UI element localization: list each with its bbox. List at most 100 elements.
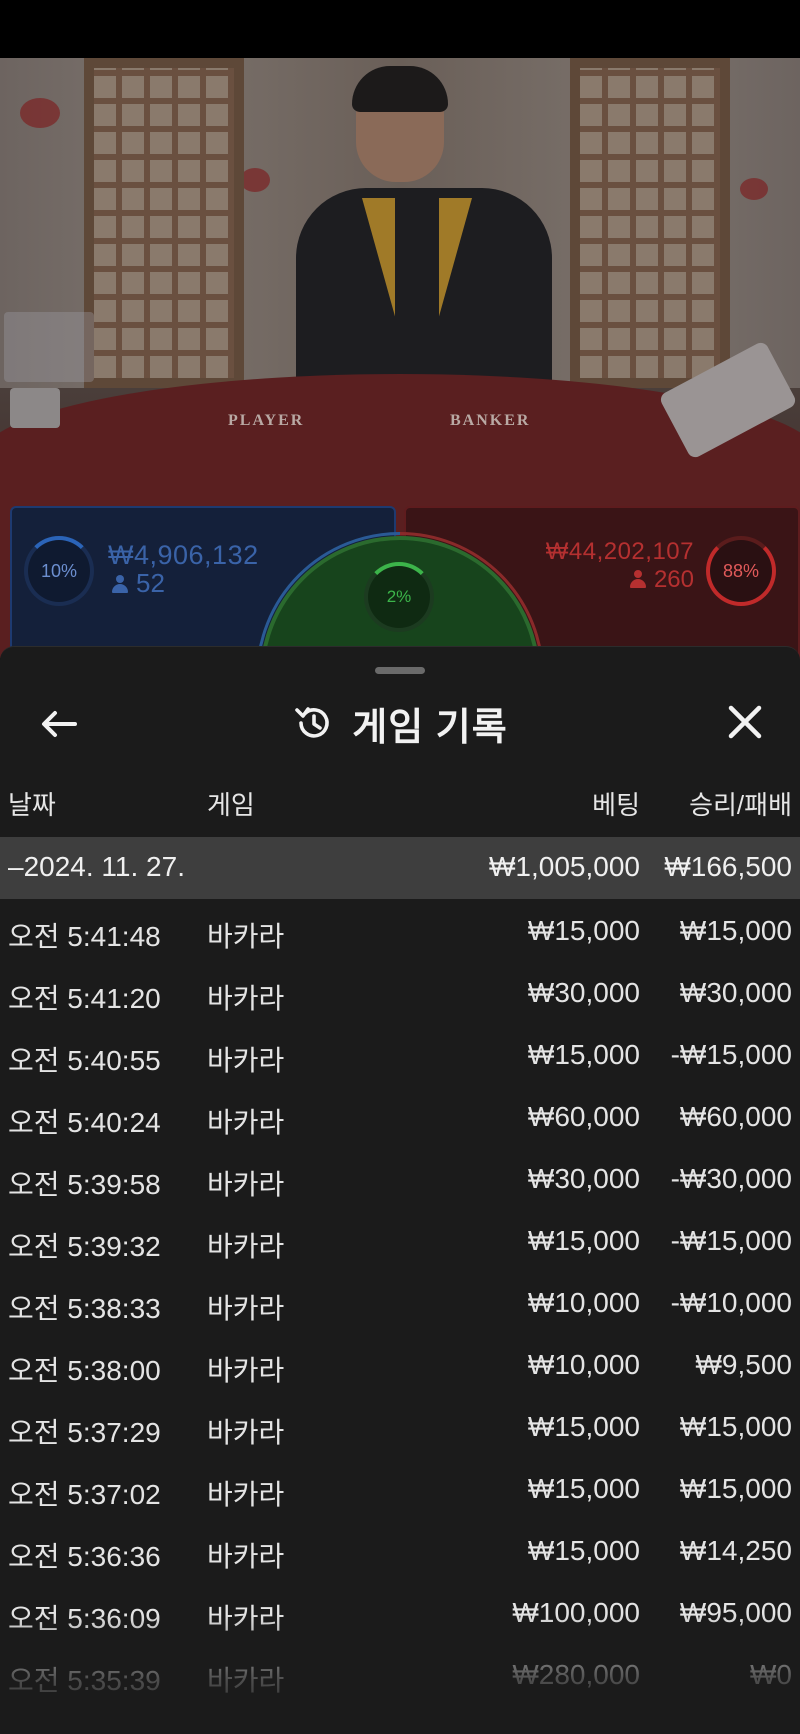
row-time: 오전 5:37:29 xyxy=(8,1417,161,1448)
history-row[interactable]: 오전 5:36:36 바카라 ₩15,000 ₩14,250 xyxy=(0,1519,800,1581)
row-bet: ₩15,000 xyxy=(527,1039,640,1070)
row-game: 바카라 xyxy=(207,921,285,952)
row-win-loss: ₩30,000 xyxy=(679,977,792,1008)
history-row[interactable]: 오전 5:38:33 바카라 ₩10,000 -₩10,000 xyxy=(0,1271,800,1333)
row-time: 오전 5:41:20 xyxy=(8,983,161,1014)
arrow-left-icon xyxy=(42,711,77,737)
date-group-row[interactable]: –2024. 11. 27. ₩1,005,000 ₩166,500 xyxy=(0,837,800,899)
player-count-value: 52 xyxy=(136,568,165,598)
row-bet: ₩10,000 xyxy=(527,1349,640,1380)
row-game: 바카라 xyxy=(207,1107,285,1138)
row-time: 오전 5:39:32 xyxy=(8,1231,161,1262)
row-time: 오전 5:41:48 xyxy=(8,921,161,952)
sheet-title-group: 게임 기록 xyxy=(0,691,800,755)
row-bet: ₩100,000 xyxy=(512,1597,640,1628)
row-time: 오전 5:40:24 xyxy=(8,1107,161,1138)
row-bet: ₩15,000 xyxy=(527,915,640,946)
history-list: 오전 5:41:48 바카라 ₩15,000 ₩15,000 오전 5:41:2… xyxy=(0,899,800,1705)
row-time: 오전 5:38:00 xyxy=(8,1355,161,1386)
row-win-loss: -₩10,000 xyxy=(670,1287,792,1318)
row-bet: ₩30,000 xyxy=(527,977,640,1008)
player-percent-ring: 10% xyxy=(24,536,94,606)
row-time: 오전 5:40:55 xyxy=(8,1045,161,1076)
row-game: 바카라 xyxy=(207,1293,285,1324)
group-win-loss-total: ₩166,500 xyxy=(664,851,792,882)
card-box xyxy=(4,312,94,382)
row-win-loss: ₩15,000 xyxy=(679,915,792,946)
history-row[interactable]: 오전 5:41:20 바카라 ₩30,000 ₩30,000 xyxy=(0,961,800,1023)
row-bet: ₩280,000 xyxy=(512,1659,640,1690)
blossom-decoration xyxy=(20,98,60,128)
group-bet-total: ₩1,005,000 xyxy=(489,851,640,882)
row-game: 바카라 xyxy=(207,1045,285,1076)
row-bet: ₩15,000 xyxy=(527,1535,640,1566)
tie-percent: 2% xyxy=(386,587,412,606)
felt-banker-label: BANKER xyxy=(450,412,531,429)
banker-total-amount: ₩44,202,107 xyxy=(545,538,694,565)
row-win-loss: ₩15,000 xyxy=(679,1473,792,1504)
row-game: 바카라 xyxy=(207,1231,285,1262)
row-game: 바카라 xyxy=(207,1169,285,1200)
history-row[interactable]: 오전 5:40:24 바카라 ₩60,000 ₩60,000 xyxy=(0,1085,800,1147)
player-total-amount: ₩4,906,132 xyxy=(108,540,259,570)
column-header-bet: 베팅 xyxy=(592,790,640,820)
row-bet: ₩15,000 xyxy=(527,1411,640,1442)
tie-percent-ring: 2% xyxy=(364,562,434,632)
row-bet: ₩10,000 xyxy=(527,1287,640,1318)
group-date: –2024. 11. 27. xyxy=(8,851,185,882)
row-win-loss: -₩30,000 xyxy=(670,1163,792,1194)
history-row[interactable]: 오전 5:40:55 바카라 ₩15,000 -₩15,000 xyxy=(0,1023,800,1085)
row-win-loss: ₩15,000 xyxy=(679,1411,792,1442)
player-bettor-count: 52 xyxy=(112,568,165,599)
banker-percent: 88% xyxy=(722,560,760,581)
column-header-date: 날짜 xyxy=(8,790,56,820)
history-row[interactable]: 오전 5:35:39 바카라 ₩280,000 ₩0 xyxy=(0,1643,800,1705)
banker-count-value: 260 xyxy=(653,566,694,593)
row-game: 바카라 xyxy=(207,1603,285,1634)
row-time: 오전 5:37:02 xyxy=(8,1479,161,1510)
row-game: 바카라 xyxy=(207,1541,285,1572)
sheet-header: 게임 기록 xyxy=(0,691,800,755)
row-win-loss: ₩14,250 xyxy=(679,1535,792,1566)
history-icon xyxy=(295,707,330,738)
row-win-loss: -₩15,000 xyxy=(670,1225,792,1256)
blossom-decoration xyxy=(740,178,768,200)
row-win-loss: -₩15,000 xyxy=(670,1039,792,1070)
sheet-title: 게임 기록 xyxy=(352,706,508,749)
row-bet: ₩30,000 xyxy=(527,1163,640,1194)
person-icon xyxy=(112,575,128,593)
player-percent: 10% xyxy=(40,560,78,581)
row-win-loss: ₩60,000 xyxy=(679,1101,792,1132)
row-time: 오전 5:38:33 xyxy=(8,1293,161,1324)
row-win-loss: ₩0 xyxy=(750,1659,792,1690)
row-win-loss: ₩9,500 xyxy=(695,1349,793,1380)
back-button[interactable] xyxy=(34,699,84,749)
row-bet: ₩15,000 xyxy=(527,1473,640,1504)
row-bet: ₩15,000 xyxy=(527,1225,640,1256)
lattice-screen xyxy=(84,58,244,388)
column-header-win-loss: 승리/패배 xyxy=(689,790,792,820)
card-tray xyxy=(10,388,60,428)
history-row[interactable]: 오전 5:37:02 바카라 ₩15,000 ₩15,000 xyxy=(0,1457,800,1519)
blossom-decoration xyxy=(240,168,270,192)
history-row[interactable]: 오전 5:37:29 바카라 ₩15,000 ₩15,000 xyxy=(0,1395,800,1457)
column-header-game: 게임 xyxy=(207,790,255,820)
history-row[interactable]: 오전 5:39:32 바카라 ₩15,000 -₩15,000 xyxy=(0,1209,800,1271)
lattice-screen xyxy=(570,58,730,388)
history-row[interactable]: 오전 5:36:09 바카라 ₩100,000 ₩95,000 xyxy=(0,1581,800,1643)
row-time: 오전 5:36:36 xyxy=(8,1541,161,1572)
close-button[interactable] xyxy=(720,697,770,747)
row-time: 오전 5:35:39 xyxy=(8,1665,161,1696)
sheet-drag-handle[interactable] xyxy=(375,667,425,674)
history-row[interactable]: 오전 5:38:00 바카라 ₩10,000 ₩9,500 xyxy=(0,1333,800,1395)
history-row[interactable]: 오전 5:41:48 바카라 ₩15,000 ₩15,000 xyxy=(0,899,800,961)
history-row[interactable]: 오전 5:39:58 바카라 ₩30,000 -₩30,000 xyxy=(0,1147,800,1209)
row-win-loss: ₩95,000 xyxy=(679,1597,792,1628)
row-game: 바카라 xyxy=(207,983,285,1014)
row-bet: ₩60,000 xyxy=(527,1101,640,1132)
banker-bettor-count: 260 xyxy=(629,566,694,594)
row-game: 바카라 xyxy=(207,1417,285,1448)
game-history-sheet: 게임 기록 날짜 게임 베팅 승리/패배 –2024. 11. 27. ₩1,0… xyxy=(0,646,800,1734)
person-icon xyxy=(629,570,646,588)
row-time: 오전 5:36:09 xyxy=(8,1603,161,1634)
